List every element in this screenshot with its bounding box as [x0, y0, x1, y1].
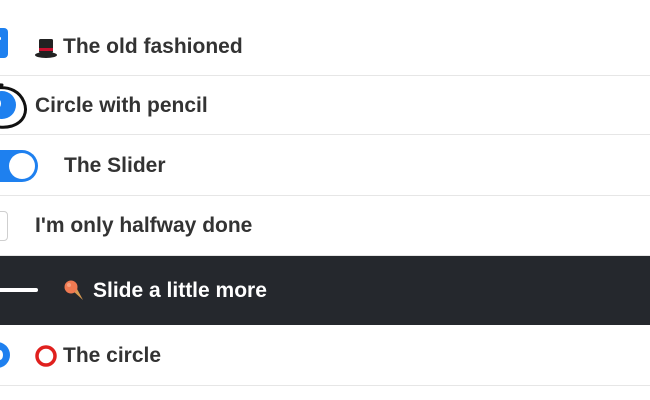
item-label: The Slider	[64, 154, 166, 177]
list-item-circle-with-pencil[interactable]: Circle with pencil	[0, 76, 650, 135]
item-label: Slide a little more	[93, 279, 267, 302]
checkbox-unchecked[interactable]	[0, 211, 8, 241]
toggle-switch-on[interactable]	[0, 150, 38, 182]
control-style-list: The old fashioned Circle with pencil The…	[0, 0, 650, 400]
pencil-circle-icon	[0, 83, 27, 129]
item-label: The old fashioned	[63, 35, 243, 58]
top-hat-icon	[35, 39, 57, 58]
hollow-red-circle-icon	[35, 345, 57, 367]
ice-cream-cone-icon	[64, 280, 83, 300]
list-item-circle[interactable]: The circle	[0, 325, 650, 386]
list-item-old-fashioned[interactable]: The old fashioned	[0, 17, 650, 76]
slider-track[interactable]	[0, 288, 38, 292]
checkbox-checked[interactable]	[0, 28, 8, 58]
list-item-slider[interactable]: The Slider	[0, 135, 650, 196]
list-item-slide-a-little-more[interactable]: Slide a little more	[0, 256, 650, 325]
item-label: I'm only halfway done	[35, 214, 253, 237]
item-label: The circle	[63, 344, 162, 367]
list-item-halfway-done[interactable]: I'm only halfway done	[0, 196, 650, 256]
item-label: Circle with pencil	[35, 94, 208, 117]
radio-button-checked[interactable]	[0, 342, 10, 368]
